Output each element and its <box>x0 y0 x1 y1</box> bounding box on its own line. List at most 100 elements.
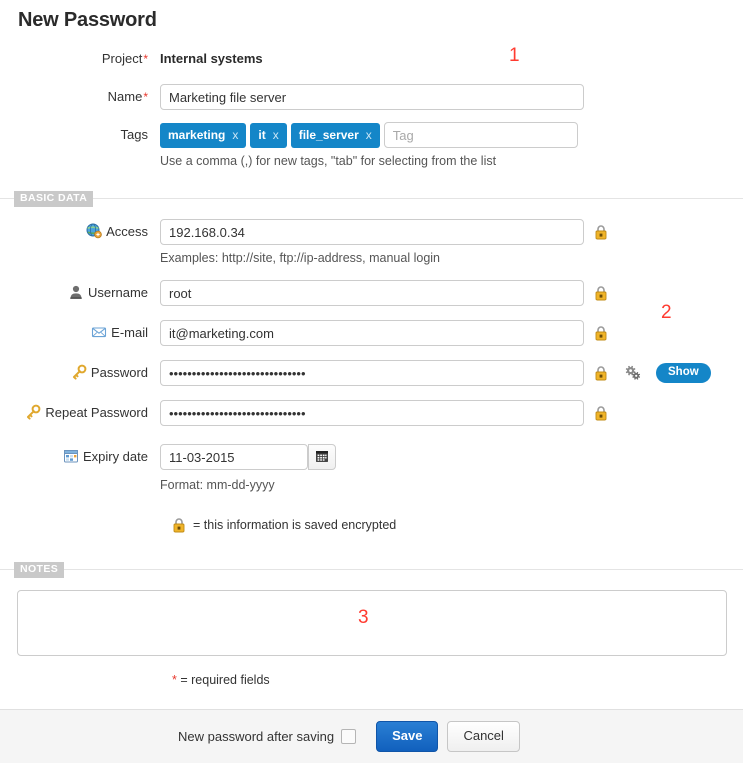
new-password-after-saving-checkbox[interactable] <box>341 729 357 744</box>
tag-remove-icon[interactable]: x <box>273 129 279 141</box>
tag-input[interactable] <box>383 122 578 148</box>
lock-icon <box>594 365 608 381</box>
section-divider <box>0 569 743 570</box>
password-field: Show <box>160 360 743 386</box>
tag-label: file_server <box>298 127 359 142</box>
access-input[interactable] <box>160 219 584 245</box>
access-label: Access <box>0 219 160 245</box>
access-label-text: Access <box>106 224 148 239</box>
name-input[interactable] <box>160 84 584 110</box>
expiry-hint-row: Format: mm-dd-yyyy <box>0 472 743 507</box>
repeat-password-label: Repeat Password <box>0 400 160 426</box>
required-fields-text: = required fields <box>180 673 270 687</box>
notes-textarea[interactable] <box>16 590 727 656</box>
tag-remove-icon[interactable]: x <box>366 129 372 141</box>
tags-row: Tags marketing x it x file_server x <box>0 122 743 148</box>
email-field <box>160 320 743 346</box>
repeat-password-input[interactable] <box>160 400 584 426</box>
lock-icon <box>594 405 608 421</box>
expiry-date-field <box>160 444 743 470</box>
encryption-note: = this information is saved encrypted <box>160 517 743 533</box>
tags-label: Tags <box>0 122 160 148</box>
calendar-picker-button[interactable] <box>308 444 336 470</box>
repeat-password-row: Repeat Password <box>0 400 743 426</box>
access-field <box>160 219 743 245</box>
required-marker: * <box>172 673 177 687</box>
tag-chip[interactable]: file_server x <box>290 122 380 148</box>
lock-icon <box>594 224 608 240</box>
calendar-date-icon <box>63 447 79 463</box>
notes-section-title: NOTES <box>14 562 65 578</box>
lock-icon <box>594 285 608 301</box>
password-input[interactable] <box>160 360 584 386</box>
save-button[interactable]: Save <box>376 720 439 753</box>
username-field <box>160 280 743 306</box>
repeat-password-field <box>160 400 743 426</box>
access-hint: Examples: http://site, ftp://ip-address,… <box>160 251 440 265</box>
name-label-text: Name <box>107 89 143 104</box>
password-label-text: Password <box>90 365 148 380</box>
new-password-after-saving-label: New password after saving <box>178 729 335 744</box>
name-label: Name* <box>0 84 160 110</box>
show-password-button[interactable]: Show <box>656 362 711 384</box>
calendar-icon <box>315 449 329 466</box>
encryption-note-text: = this information is saved encrypted <box>193 518 397 532</box>
required-marker: * <box>143 52 148 66</box>
name-row: Name* <box>0 84 743 110</box>
project-label: Project* <box>0 46 160 72</box>
email-label: E-mail <box>0 320 160 346</box>
tag-chip[interactable]: it x <box>250 122 287 148</box>
username-label-text: Username <box>88 285 148 300</box>
tag-label: it <box>258 127 266 142</box>
basic-data-section-title: BASIC DATA <box>14 191 94 207</box>
email-label-text: E-mail <box>111 325 148 340</box>
basic-data-section-header: BASIC DATA <box>0 189 743 207</box>
gears-icon[interactable] <box>624 364 642 382</box>
tag-remove-icon[interactable]: x <box>232 129 238 141</box>
tags-hint-field: Use a comma (,) for new tags, "tab" for … <box>160 148 743 183</box>
name-field <box>160 84 743 110</box>
access-row: Access <box>0 219 743 245</box>
cancel-button[interactable]: Cancel <box>447 720 520 753</box>
access-hint-field: Examples: http://site, ftp://ip-address,… <box>160 245 743 280</box>
expiry-format-hint: Format: mm-dd-yyyy <box>160 478 275 492</box>
project-value: Internal systems <box>160 51 263 66</box>
globe-icon <box>86 222 102 239</box>
form-footer: New password after saving Save Cancel <box>0 709 743 763</box>
tags-hint: Use a comma (,) for new tags, "tab" for … <box>160 154 497 168</box>
tag-list: marketing x it x file_server x <box>160 122 578 148</box>
tag-label: marketing <box>168 127 226 142</box>
key-icon <box>25 403 41 420</box>
expiry-date-label-text: Expiry date <box>82 449 148 464</box>
expiry-date-row: Expiry date <box>0 444 743 470</box>
email-input[interactable] <box>160 320 584 346</box>
repeat-password-label-text: Repeat Password <box>45 405 148 420</box>
lock-icon <box>594 325 608 341</box>
project-field: Internal systems <box>160 46 743 72</box>
lock-icon <box>172 517 186 533</box>
email-row: E-mail <box>0 320 743 346</box>
expiry-date-label: Expiry date <box>0 444 160 470</box>
key-icon <box>71 363 87 380</box>
password-label: Password <box>0 360 160 386</box>
form-body: Project* Internal systems Name* Tags <box>0 32 743 687</box>
password-row: Password •••••••••••••••••••••••••••••• … <box>0 360 743 386</box>
tag-chip[interactable]: marketing x <box>160 122 247 148</box>
username-input[interactable] <box>160 280 584 306</box>
access-hint-row: Examples: http://site, ftp://ip-address,… <box>0 245 743 280</box>
section-divider <box>0 198 743 199</box>
page-title: New Password <box>18 9 157 31</box>
envelope-icon <box>91 323 107 339</box>
project-row: Project* Internal systems <box>0 46 743 72</box>
new-password-form-page: New Password Project* Internal systems N… <box>0 0 743 763</box>
tags-label-text: Tags <box>120 127 148 142</box>
tags-hint-row: Use a comma (,) for new tags, "tab" for … <box>0 148 743 183</box>
notes-section-header: NOTES <box>0 560 743 578</box>
date-input-group <box>160 444 336 470</box>
expiry-hint-field: Format: mm-dd-yyyy <box>160 472 743 507</box>
user-icon <box>68 283 84 299</box>
username-row: Username <box>0 280 743 306</box>
required-fields-note: * = required fields <box>160 673 743 687</box>
required-marker: * <box>143 90 148 104</box>
expiry-date-input[interactable] <box>160 444 308 470</box>
